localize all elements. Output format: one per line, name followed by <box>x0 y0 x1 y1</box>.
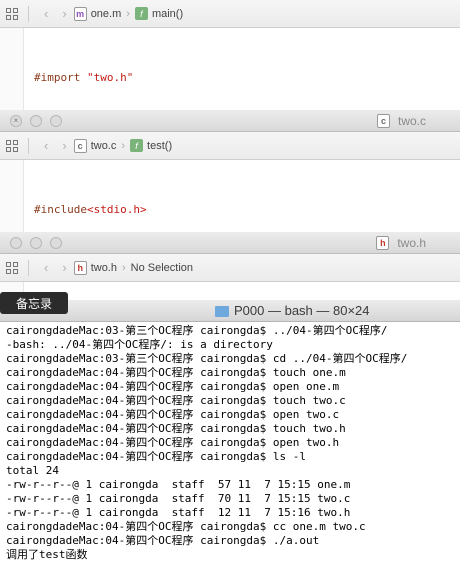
terminal-line: -rw-r--r--@ 1 cairongda staff 57 11 7 15… <box>6 478 351 491</box>
breadcrumb-selection[interactable]: No Selection <box>131 262 193 274</box>
function-icon: f <box>130 139 144 152</box>
gutter <box>0 28 24 110</box>
terminal-title-bar[interactable]: P000 — bash — 80×24 <box>0 300 460 322</box>
chevron-right-icon: › <box>121 261 126 274</box>
window-title: h two.h <box>376 236 426 250</box>
code-editor[interactable]: #import "two.h" int main(){ test(); retu… <box>0 28 460 110</box>
forward-arrow-icon[interactable]: › <box>62 260 66 275</box>
terminal-line: cairongdadeMac:04-第四个OC程序 cairongda$ ls … <box>6 450 307 463</box>
editor-window-two-h: h two.h ‹ › h two.h › No Selection void … <box>0 232 460 300</box>
window-controls: × <box>10 115 62 127</box>
jump-bar: ‹ › c two.c › f test() <box>0 132 460 160</box>
back-arrow-icon[interactable]: ‹ <box>44 138 48 153</box>
gutter <box>0 160 24 232</box>
zoom-button[interactable] <box>50 115 62 127</box>
h-file-icon: h <box>73 260 87 275</box>
back-arrow-icon[interactable]: ‹ <box>44 6 48 21</box>
editor-window-two-c: × c two.c ‹ › c two.c › f test() #includ… <box>0 110 460 232</box>
separator <box>28 137 29 154</box>
c-file-icon: c <box>376 114 390 128</box>
terminal-line: cairongdadeMac:04-第四个OC程序 cairongda$ cc … <box>6 520 366 533</box>
minimize-button[interactable] <box>30 115 42 127</box>
window-title: c two.c <box>376 114 426 128</box>
breadcrumb-function[interactable]: main() <box>152 8 183 20</box>
terminal-title-text: P000 — bash — 80×24 <box>234 303 370 318</box>
jump-bar: ‹ › h two.h › No Selection <box>0 254 460 282</box>
terminal-line: cairongdadeMac:04-第四个OC程序 cairongda$ tou… <box>6 394 346 407</box>
terminal-window: P000 — bash — 80×24 cairongdadeMac:03-第三… <box>0 300 460 562</box>
close-button[interactable] <box>10 237 22 249</box>
jump-bar: ‹ › m one.m › f main() <box>0 0 460 28</box>
separator <box>28 259 29 276</box>
separator <box>28 5 29 22</box>
breadcrumb-function[interactable]: test() <box>147 140 172 152</box>
code-editor[interactable]: #include<stdio.h> void test(){ printf("调… <box>0 160 460 232</box>
terminal-line: cairongdadeMac:04-第四个OC程序 cairongda$ tou… <box>6 422 346 435</box>
terminal-line: -rw-r--r--@ 1 cairongda staff 70 11 7 15… <box>6 492 351 505</box>
function-icon: f <box>134 7 148 20</box>
terminal-line: 调用了test函数 <box>6 548 88 561</box>
code-editor[interactable]: void test(); <box>0 282 460 300</box>
forward-arrow-icon[interactable]: › <box>62 138 66 153</box>
terminal-line: cairongdadeMac:04-第四个OC程序 cairongda$ ./a… <box>6 534 320 547</box>
code-line: #include<stdio.h> <box>34 203 147 216</box>
window-title-text: two.c <box>397 114 426 128</box>
terminal-line: cairongdadeMac:03-第三个OC程序 cairongda$ cd … <box>6 352 408 365</box>
breadcrumb-file[interactable]: two.h <box>91 262 117 274</box>
terminal-line: cairongdadeMac:04-第四个OC程序 cairongda$ ope… <box>6 380 340 393</box>
related-items-icon[interactable] <box>6 139 20 152</box>
terminal-line: total 24 <box>6 464 59 477</box>
folder-icon <box>215 306 229 317</box>
zoom-button[interactable] <box>50 237 62 249</box>
minimize-button[interactable] <box>30 237 42 249</box>
back-arrow-icon[interactable]: ‹ <box>44 260 48 275</box>
c-file-icon: c <box>73 138 87 153</box>
objc-file-icon: m <box>73 6 87 21</box>
terminal-line: cairongdadeMac:04-第四个OC程序 cairongda$ ope… <box>6 408 340 421</box>
window-title-text: two.h <box>397 236 426 250</box>
chevron-right-icon: › <box>126 7 130 20</box>
terminal-line: cairongdadeMac:04-第四个OC程序 cairongda$ tou… <box>6 366 346 379</box>
terminal-line: -rw-r--r--@ 1 cairongda staff 12 11 7 15… <box>6 506 351 519</box>
title-bar[interactable]: h two.h <box>0 232 460 254</box>
terminal-line: -bash: ../04-第四个OC程序/: is a directory <box>6 338 273 351</box>
terminal-output[interactable]: cairongdadeMac:03-第三个OC程序 cairongda$ ../… <box>0 322 460 562</box>
code-line: #import "two.h" <box>34 71 134 84</box>
app-tooltip: 备忘录 <box>0 292 68 314</box>
close-button[interactable]: × <box>10 115 22 127</box>
terminal-title: P000 — bash — 80×24 <box>215 303 370 318</box>
window-controls <box>10 237 62 249</box>
chevron-right-icon: › <box>121 139 126 152</box>
breadcrumb-file[interactable]: two.c <box>91 140 117 152</box>
related-items-icon[interactable] <box>6 261 20 274</box>
h-file-icon: h <box>376 236 390 250</box>
terminal-line: cairongdadeMac:04-第四个OC程序 cairongda$ ope… <box>6 436 340 449</box>
related-items-icon[interactable] <box>6 7 20 20</box>
terminal-line: cairongdadeMac:03-第三个OC程序 cairongda$ ../… <box>6 324 388 337</box>
forward-arrow-icon[interactable]: › <box>62 6 66 21</box>
title-bar[interactable]: × c two.c <box>0 110 460 132</box>
editor-window-one-m: ‹ › m one.m › f main() #import "two.h" i… <box>0 0 460 110</box>
breadcrumb-file[interactable]: one.m <box>91 8 122 20</box>
